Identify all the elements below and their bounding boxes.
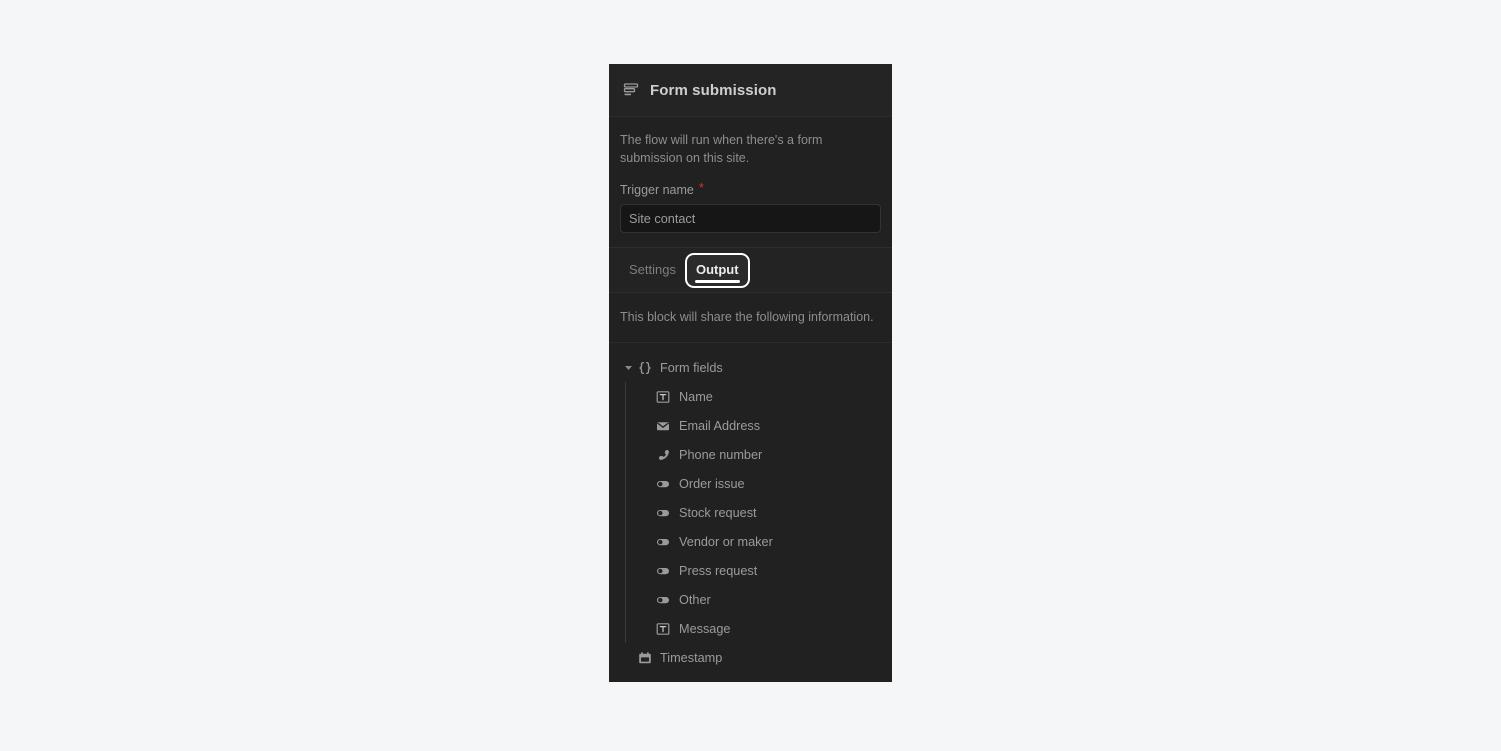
tree-item-label: Timestamp xyxy=(660,650,723,665)
trigger-name-label: Trigger name * xyxy=(620,180,881,197)
toggle-icon xyxy=(656,593,670,607)
toggle-icon xyxy=(656,564,670,578)
tree-item-stock-request[interactable]: Stock request xyxy=(625,498,892,527)
text-field-icon xyxy=(656,390,670,404)
envelope-icon xyxy=(656,419,670,433)
tree-item-label: Stock request xyxy=(679,505,757,520)
required-marker: * xyxy=(698,180,704,195)
page-title: Form submission xyxy=(650,81,777,99)
toggle-icon xyxy=(656,535,670,549)
panel-header: Form submission xyxy=(609,64,892,117)
tab-settings[interactable]: Settings xyxy=(620,255,685,286)
tree-item-label: Press request xyxy=(679,563,758,578)
tab-output[interactable]: Output xyxy=(686,254,748,286)
tree-item-label: Name xyxy=(679,389,713,404)
tree-item-label: Phone number xyxy=(679,447,763,462)
tree-node-form-fields[interactable]: Form fields xyxy=(609,353,892,382)
tree-item-order-issue[interactable]: Order issue xyxy=(625,469,892,498)
tree-item-name[interactable]: Name xyxy=(625,382,892,411)
output-tree: Form fields Name Email Address Phone num… xyxy=(609,343,892,672)
tree-children-form-fields: Name Email Address Phone number Order is… xyxy=(609,382,892,643)
tree-item-phone-number[interactable]: Phone number xyxy=(625,440,892,469)
tree-item-label: Email Address xyxy=(679,418,761,433)
output-description-section: This block will share the following info… xyxy=(609,293,892,343)
tree-item-press-request[interactable]: Press request xyxy=(625,556,892,585)
phone-icon xyxy=(656,448,670,462)
output-description: This block will share the following info… xyxy=(620,310,874,324)
chevron-down-icon[interactable] xyxy=(623,362,634,373)
form-icon xyxy=(623,82,639,98)
text-field-icon xyxy=(656,622,670,636)
tree-item-timestamp[interactable]: Timestamp xyxy=(609,643,892,672)
panel-tabbar: Settings Output xyxy=(609,247,892,293)
trigger-description: The flow will run when there's a form su… xyxy=(620,133,823,165)
tree-item-vendor-or-maker[interactable]: Vendor or maker xyxy=(625,527,892,556)
trigger-name-block: Trigger name * xyxy=(609,180,892,247)
toggle-icon xyxy=(656,506,670,520)
tree-item-label: Order issue xyxy=(679,476,745,491)
trigger-description-section: The flow will run when there's a form su… xyxy=(609,117,892,167)
calendar-icon xyxy=(638,651,652,665)
tree-item-label: Message xyxy=(679,621,731,636)
caret-spacer xyxy=(623,652,634,663)
tree-item-label: Vendor or maker xyxy=(679,534,773,549)
tree-item-message[interactable]: Message xyxy=(625,614,892,643)
form-submission-panel: Form submission The flow will run when t… xyxy=(609,64,892,682)
toggle-icon xyxy=(656,477,670,491)
braces-icon xyxy=(638,361,652,375)
tree-item-other[interactable]: Other xyxy=(625,585,892,614)
tree-item-label: Other xyxy=(679,592,711,607)
tree-item-email-address[interactable]: Email Address xyxy=(625,411,892,440)
tree-node-label: Form fields xyxy=(660,360,723,375)
trigger-name-label-text: Trigger name xyxy=(620,183,694,197)
trigger-name-input[interactable] xyxy=(620,204,881,233)
